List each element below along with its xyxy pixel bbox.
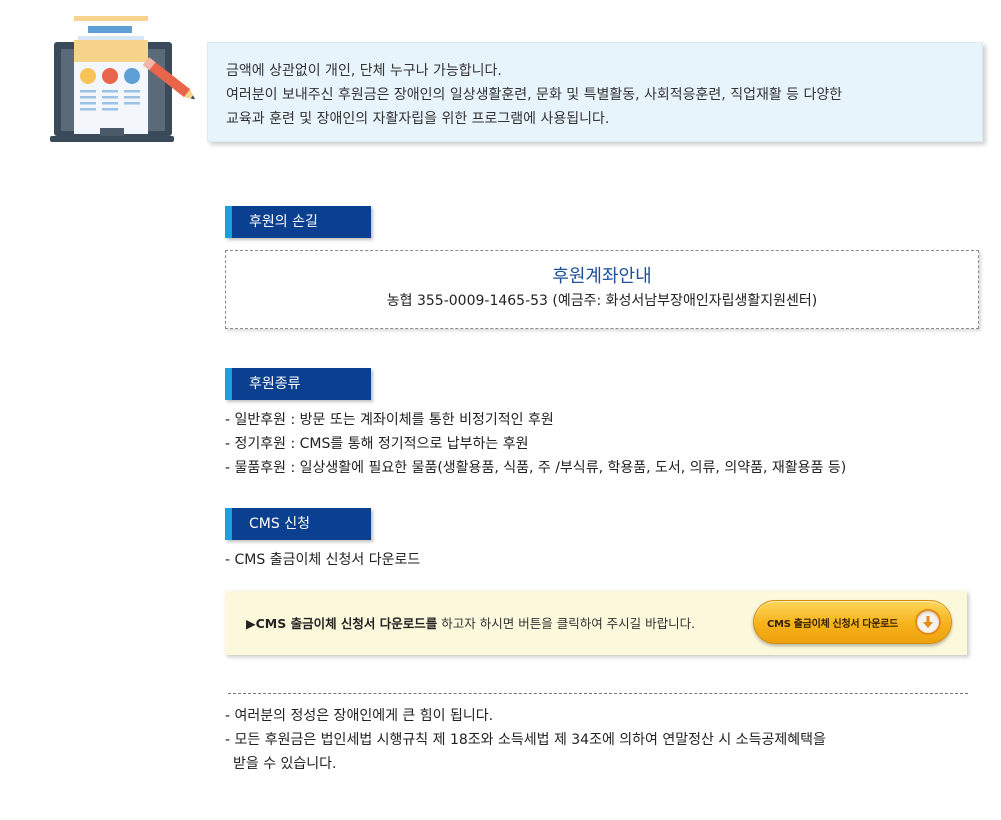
note-item: - 모든 후원금은 법인세법 시행규칙 제 18조와 소득세법 제 34조에 의…	[225, 732, 826, 748]
download-arrow-icon	[915, 609, 941, 635]
note-item: 받을 수 있습니다.	[233, 756, 337, 772]
monitor-document-icon	[50, 16, 195, 142]
section-header-hands: 후원의 손길	[225, 206, 371, 238]
section-header-cms: CMS 신청	[225, 508, 371, 540]
donation-illustration	[48, 14, 198, 146]
intro-line-2: 여러분이 보내주신 후원금은 장애인의 일상생활훈련, 문화 및 특별활동, 사…	[226, 87, 843, 103]
cms-download-button-label: CMS 출금이체 신청서 다운로드	[767, 619, 899, 630]
account-title: 후원계좌안내	[552, 266, 652, 287]
intro-line-3: 교육과 훈련 및 장애인의 자활자립을 위한 프로그램에 사용됩니다.	[226, 111, 610, 127]
donation-types-list: - 일반후원 : 방문 또는 계좌이체를 통한 비정기적인 후원 - 정기후원 …	[225, 408, 846, 480]
cms-download-box: ▶CMS 출금이체 신청서 다운로드를 하고자 하시면 버튼을 클릭하여 주시길…	[225, 591, 967, 655]
section-header-types: 후원종류	[225, 368, 371, 400]
list-item: - 일반후원 : 방문 또는 계좌이체를 통한 비정기적인 후원	[225, 412, 554, 428]
note-item: - 여러분의 정성은 장애인에게 큰 힘이 됩니다.	[225, 708, 494, 724]
cms-download-button[interactable]: CMS 출금이체 신청서 다운로드	[753, 600, 952, 644]
cms-download-instruction-bold: ▶CMS 출금이체 신청서 다운로드를	[246, 616, 438, 631]
list-item: - CMS 출금이체 신청서 다운로드	[225, 552, 421, 568]
notes-list: - 여러분의 정성은 장애인에게 큰 힘이 됩니다. - 모든 후원금은 법인세…	[225, 704, 826, 776]
cms-download-instruction-rest: 하고자 하시면 버튼을 클릭하여 주시길 바랍니다.	[437, 616, 696, 631]
cms-list: - CMS 출금이체 신청서 다운로드	[225, 548, 420, 572]
account-info-box: 후원계좌안내 농협 355-0009-1465-53 (예금주: 화성서남부장애…	[225, 250, 979, 329]
account-number: 농협 355-0009-1465-53 (예금주: 화성서남부장애인자립생활지원…	[386, 293, 818, 309]
section-divider	[228, 693, 968, 694]
list-item: - 정기후원 : CMS를 통해 정기적으로 납부하는 후원	[225, 436, 529, 452]
intro-box: 금액에 상관없이 개인, 단체 누구나 가능합니다. 여러분이 보내주신 후원금…	[207, 42, 983, 142]
cms-download-instruction: ▶CMS 출금이체 신청서 다운로드를 하고자 하시면 버튼을 클릭하여 주시길…	[246, 613, 695, 632]
list-item: - 물품후원 : 일상생활에 필요한 물품(생활용품, 식품, 주 /부식류, …	[225, 460, 847, 476]
intro-line-1: 금액에 상관없이 개인, 단체 누구나 가능합니다.	[226, 63, 502, 79]
